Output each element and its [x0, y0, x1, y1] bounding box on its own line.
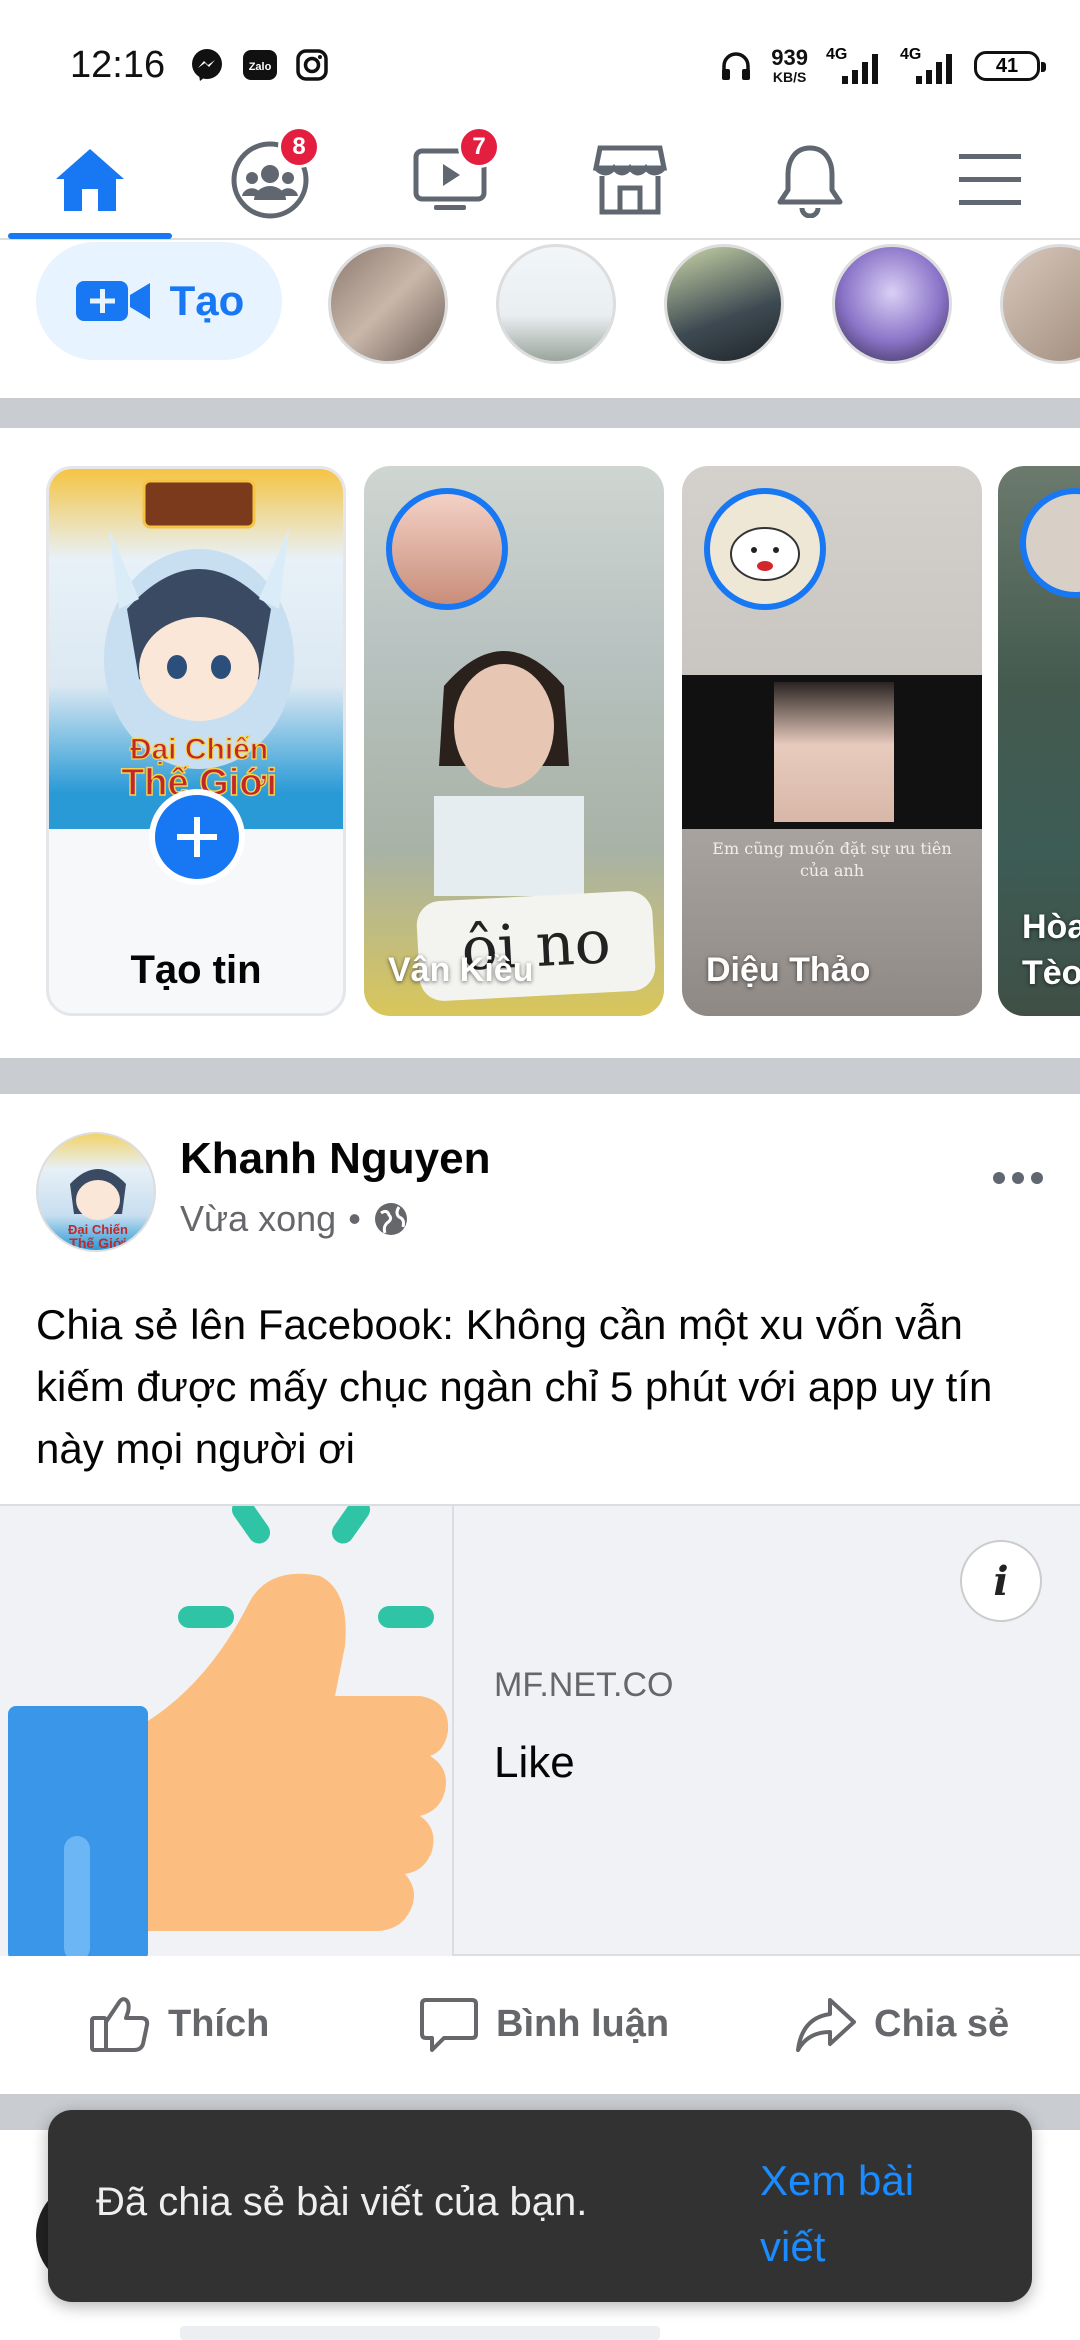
post-time[interactable]: Vừa xong: [180, 1198, 336, 1240]
create-room-label: Tạo: [169, 277, 245, 324]
story-photo: [434, 651, 584, 896]
post-options-button[interactable]: [992, 1150, 1044, 1195]
home-icon: [56, 149, 124, 211]
status-bar: 12:16 Zalo 939 KB/S 4G 4G 41: [0, 0, 1080, 120]
story-card-1[interactable]: ôi no Vân Kiều: [364, 466, 664, 1016]
story-author-name: Diệu Thảo: [706, 951, 871, 989]
link-preview-image: [0, 1506, 454, 1956]
contact-avatar-3[interactable]: [664, 244, 784, 364]
network-speed-unit: KB/S: [772, 69, 807, 85]
story-author-avatar: [704, 488, 826, 610]
story-author-name-line1: Hòa: [1022, 908, 1080, 946]
facebook-app-screen: 12:16 Zalo 939 KB/S 4G 4G 41 8 7 Tạo Đại…: [0, 0, 1080, 2340]
headphones-icon: [722, 52, 751, 80]
avatar-image: Đại Chiến Thế Giới: [68, 1169, 128, 1251]
globe-icon: [374, 1203, 407, 1235]
create-story-image: Đại Chiến Thế Giới: [49, 469, 343, 829]
contact-avatar-1[interactable]: [328, 244, 448, 364]
story-author-avatar: [386, 488, 508, 610]
comment-button[interactable]: Bình luận: [418, 1956, 669, 2092]
post-text: Chia sẻ lên Facebook: Không cần một xu v…: [36, 1301, 993, 1472]
like-button[interactable]: Thích: [88, 1956, 269, 2092]
top-navigation: 8 7: [0, 120, 1080, 240]
hamburger-menu-icon: [959, 154, 1021, 205]
signal-bars-icon: [916, 54, 952, 84]
post-author-name[interactable]: Khanh Nguyen: [180, 1134, 490, 1184]
stories-tray: Đại Chiến Thế Giới Tạo tin ôi no Vân Kiề…: [0, 428, 1080, 1058]
status-indicators: 939 KB/S 4G 4G 41: [719, 44, 1046, 88]
next-post-placeholder: [180, 2326, 660, 2340]
tab-notifications[interactable]: [720, 120, 900, 240]
signal-2: 4G: [900, 46, 956, 86]
watch-badge: 7: [458, 126, 500, 168]
ad-info-button[interactable]: i: [960, 1540, 1042, 1622]
rooms-row: Tạo: [0, 240, 1080, 398]
bear-sticker-icon: [730, 527, 800, 581]
tab-watch[interactable]: 7: [360, 120, 540, 240]
story-caption: Em cũng muốn đặt sự ưu tiên của anh: [712, 839, 952, 880]
share-confirmation-snackbar: Đã chia sẻ bài viết của bạn. Xem bài viế…: [48, 2110, 1032, 2302]
create-story-label: Tạo tin: [130, 948, 262, 992]
signal-bars-icon: [842, 54, 878, 84]
post-actions: Thích Bình luận Chia sẻ: [0, 1956, 1080, 2092]
add-story-button[interactable]: [149, 789, 245, 885]
like-label: Thích: [168, 2002, 270, 2045]
create-room-button[interactable]: Tạo: [36, 242, 282, 360]
svg-text:Thế Giới: Thế Giới: [69, 1235, 126, 1251]
more-options-icon: [993, 1172, 1043, 1184]
svg-text:Zalo: Zalo: [249, 61, 272, 73]
comment-label: Bình luận: [496, 2002, 670, 2045]
battery-indicator: 41: [974, 51, 1046, 81]
create-story-card[interactable]: Đại Chiến Thế Giới Tạo tin: [46, 466, 346, 1016]
battery-level: 41: [995, 54, 1019, 77]
meta-separator: •: [348, 1198, 361, 1239]
network-speed: 939 KB/S: [771, 45, 808, 86]
share-label: Chia sẻ: [874, 2002, 1010, 2045]
tab-home[interactable]: [0, 120, 180, 240]
status-time: 12:16: [70, 44, 166, 86]
post-author-avatar[interactable]: Đại Chiến Thế Giới: [36, 1132, 156, 1252]
zalo-icon: Zalo: [243, 50, 277, 80]
tab-marketplace[interactable]: [540, 120, 720, 240]
contact-avatar-2[interactable]: [496, 244, 616, 364]
story-author-name: Hòa Tèo: [1022, 904, 1080, 996]
comment-icon: [420, 1998, 478, 2052]
contact-avatar-4[interactable]: [832, 244, 952, 364]
story-author-avatar: [1020, 488, 1080, 598]
tab-menu[interactable]: [900, 120, 1080, 240]
link-domain: MF.NET.CO: [494, 1666, 674, 1704]
tab-friends[interactable]: 8: [180, 120, 360, 240]
network-speed-value: 939: [771, 45, 808, 70]
snackbar-message: Đã chia sẻ bài viết của bạn.: [96, 2180, 588, 2224]
thumbs-up-icon: [90, 1997, 150, 2052]
share-button[interactable]: Chia sẻ: [794, 1956, 1009, 2092]
share-arrow-icon: [796, 1998, 856, 2052]
story-author-name-line2: Tèo: [1022, 954, 1080, 992]
story-author-name: Vân Kiều: [388, 951, 534, 989]
game-character-image: Đại Chiến Thế Giới: [104, 479, 294, 805]
messenger-icon: [192, 49, 222, 81]
contact-avatar-5[interactable]: [1000, 244, 1080, 364]
link-title: Like: [494, 1738, 575, 1787]
active-tab-indicator: [8, 233, 172, 239]
thumbs-up-illustration: [8, 1506, 449, 1956]
instagram-icon: [296, 49, 328, 81]
bell-icon: [777, 145, 843, 218]
view-post-button[interactable]: Xem bài viết: [760, 2148, 980, 2280]
section-divider: [0, 398, 1080, 428]
post-meta: Vừa xong •: [180, 1198, 409, 1240]
friends-badge: 8: [278, 126, 320, 168]
link-preview-card[interactable]: i MF.NET.CO Like: [0, 1504, 1080, 1956]
story-card-3[interactable]: Hòa Tèo: [998, 466, 1080, 1016]
marketplace-icon: [592, 145, 668, 215]
signal-1: 4G: [826, 46, 882, 86]
video-camera-icon: [75, 281, 150, 321]
story-card-2[interactable]: Em cũng muốn đặt sự ưu tiên của anh Diệu…: [682, 466, 982, 1016]
plus-icon: [177, 817, 217, 857]
story-photo: [774, 682, 894, 822]
section-divider: [0, 1058, 1080, 1094]
